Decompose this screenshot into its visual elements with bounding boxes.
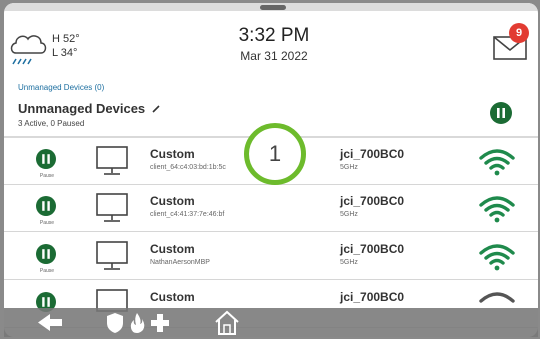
weather-high: H 52° — [52, 33, 80, 45]
pause-button[interactable] — [35, 195, 57, 217]
device-id: client_c4:41:37:7e:46:bf — [150, 211, 225, 218]
back-arrow-icon[interactable] — [34, 308, 66, 337]
message-count-badge: 9 — [509, 23, 529, 43]
wifi-icon — [477, 194, 517, 224]
device-name: Custom — [150, 290, 195, 304]
computer-icon — [94, 240, 134, 274]
pause-label: Pause — [39, 220, 55, 226]
weather-widget[interactable]: H 52° L 34° — [8, 25, 88, 69]
device-name: Custom — [150, 147, 195, 161]
wifi-icon — [477, 147, 517, 177]
pause-label: Pause — [39, 268, 55, 274]
device-id: client_64:c4:03:bd:1b:5c — [150, 164, 226, 171]
network-ssid: jci_700BC0 — [340, 290, 405, 304]
cloud-rain-icon — [10, 35, 47, 65]
screen: H 52° L 34° 3:32 PM Mar 31 2022 9 Unmana… — [4, 3, 538, 337]
flame-icon[interactable] — [127, 308, 147, 337]
device-row[interactable]: Pause Custom NathanAersonMBP jci_700BC0 … — [4, 234, 538, 280]
home-icon[interactable] — [212, 308, 242, 337]
device-id: NathanAersonMBP — [150, 259, 210, 266]
top-bar — [4, 3, 538, 11]
page-title[interactable]: Unmanaged Devices — [18, 101, 160, 116]
pause-button[interactable] — [35, 243, 57, 265]
device-name: Custom — [150, 194, 195, 208]
pause-all-button[interactable] — [489, 101, 513, 125]
weather-low: L 34° — [52, 47, 78, 59]
pause-icon — [36, 149, 56, 169]
pause-icon — [36, 196, 56, 216]
breadcrumb[interactable]: Unmanaged Devices (0) — [18, 83, 104, 92]
pencil-icon[interactable] — [152, 105, 160, 113]
pause-icon — [36, 244, 56, 264]
current-time: 3:32 PM — [238, 25, 310, 46]
computer-icon — [94, 145, 134, 179]
clock: 3:32 PM Mar 31 2022 — [204, 25, 344, 63]
device-summary: 3 Active, 0 Paused — [18, 119, 85, 128]
computer-icon — [94, 192, 134, 226]
network-ssid: jci_700BC0 — [340, 242, 405, 256]
pause-icon — [490, 102, 512, 124]
current-date: Mar 31 2022 — [240, 49, 308, 63]
network-band: 5GHz — [340, 211, 358, 218]
pause-button[interactable] — [35, 148, 57, 170]
network-band: 5GHz — [340, 259, 358, 266]
pause-label: Pause — [39, 173, 55, 179]
network-ssid: jci_700BC0 — [340, 147, 405, 161]
page-title-text: Unmanaged Devices — [18, 101, 146, 116]
bottom-nav-bar — [4, 308, 538, 337]
plus-icon[interactable] — [149, 308, 171, 337]
device-row[interactable]: Pause Custom client_c4:41:37:7e:46:bf jc… — [4, 186, 538, 232]
shield-icon[interactable] — [104, 308, 126, 337]
pull-down-handle[interactable] — [260, 5, 286, 10]
wifi-icon — [477, 242, 517, 272]
device-name: Custom — [150, 242, 195, 256]
network-band: 5GHz — [340, 164, 358, 171]
network-ssid: jci_700BC0 — [340, 194, 405, 208]
step-callout: 1 — [244, 123, 306, 185]
